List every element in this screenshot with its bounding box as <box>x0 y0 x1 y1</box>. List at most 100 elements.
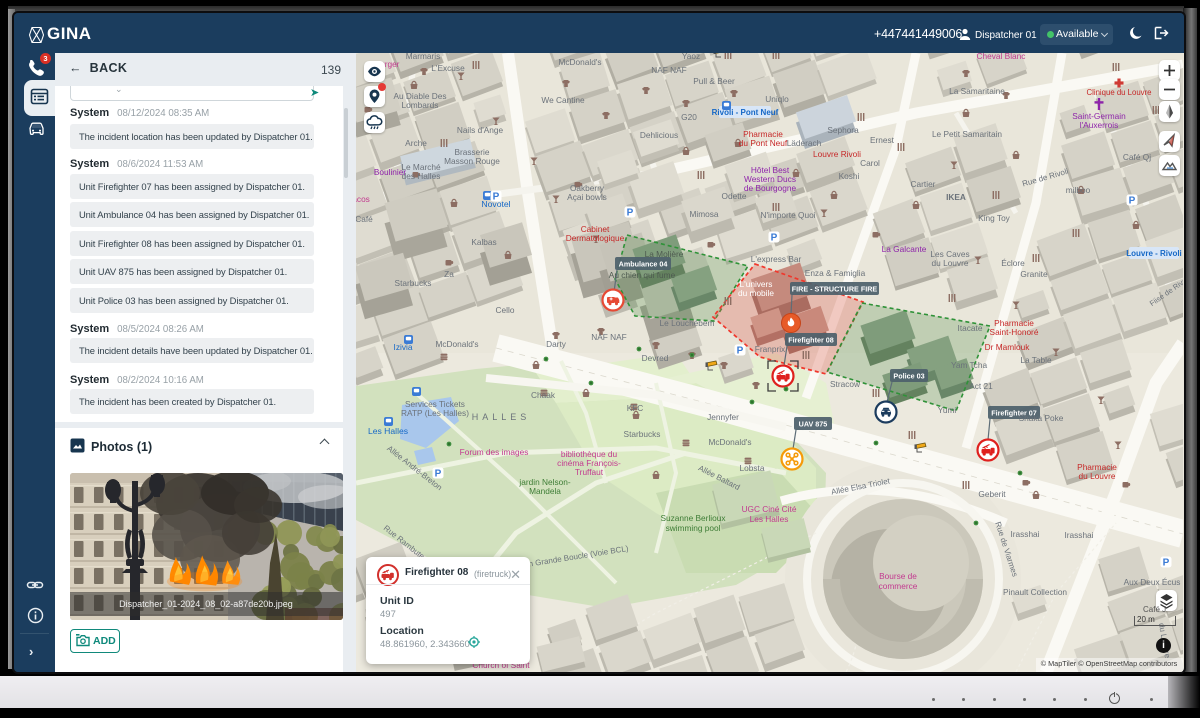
svg-text:Act 21: Act 21 <box>969 381 993 391</box>
svg-text:P: P <box>737 346 744 357</box>
svg-text:Odette: Odette <box>722 191 747 201</box>
svg-text:Devred: Devred <box>642 353 669 363</box>
svg-text:Cello: Cello <box>496 305 515 315</box>
svg-text:Bourse de: Bourse de <box>879 571 917 581</box>
svg-text:Les Halles: Les Halles <box>750 514 789 524</box>
svg-text:du mobile: du mobile <box>738 288 774 298</box>
svg-text:Açai bowls: Açai bowls <box>567 192 607 202</box>
svg-text:du Louvre: du Louvre <box>932 258 969 268</box>
svg-text:Police 03: Police 03 <box>893 372 924 381</box>
svg-text:La Galcante: La Galcante <box>882 244 927 254</box>
svg-text:Mandela: Mandela <box>529 486 561 496</box>
svg-text:Yumi: Yumi <box>938 405 957 415</box>
svg-text:King Toy: King Toy <box>978 213 1011 223</box>
svg-text:Dehlicious: Dehlicious <box>640 130 678 140</box>
svg-text:Shaka Poke: Shaka Poke <box>1019 413 1064 423</box>
svg-text:Éclore: Éclore <box>1001 258 1025 268</box>
svg-text:UAV 875: UAV 875 <box>799 420 828 429</box>
svg-text:L'express Bar: L'express Bar <box>751 254 802 264</box>
svg-text:L'Excuse: L'Excuse <box>431 63 465 73</box>
svg-text:Irasshai: Irasshai <box>1064 530 1093 540</box>
svg-text:Ernest: Ernest <box>870 135 895 145</box>
svg-text:UGC Ciné Cité: UGC Ciné Cité <box>742 504 797 514</box>
svg-text:Nails d'Ange: Nails d'Ange <box>457 125 504 135</box>
svg-text:Firefighter 08: Firefighter 08 <box>788 336 834 345</box>
svg-text:Truffaut: Truffaut <box>575 467 604 477</box>
svg-text:P: P <box>493 192 500 203</box>
svg-text:Granite: Granite <box>1020 269 1048 279</box>
svg-text:Louvre - Rivoli: Louvre - Rivoli <box>1126 249 1182 258</box>
svg-text:Carol: Carol <box>860 158 880 168</box>
svg-text:swimming pool: swimming pool <box>666 523 721 533</box>
svg-text:Sephora: Sephora <box>827 125 859 135</box>
svg-text:de Bourgogne: de Bourgogne <box>744 183 797 193</box>
svg-text:Starbucks: Starbucks <box>395 278 432 288</box>
svg-text:Jennyfer: Jennyfer <box>707 412 739 422</box>
svg-text:McDonald's: McDonald's <box>708 437 751 447</box>
svg-text:Dermatologique: Dermatologique <box>566 233 625 243</box>
svg-text:Mimosa: Mimosa <box>689 209 718 219</box>
svg-text:Irasshai: Irasshai <box>1010 529 1039 539</box>
svg-text:Stracow: Stracow <box>830 379 861 389</box>
svg-text:HALLES: HALLES <box>472 412 531 422</box>
svg-text:Geberit: Geberit <box>978 489 1006 499</box>
svg-text:des Halles: des Halles <box>402 171 441 181</box>
svg-text:Lombards: Lombards <box>402 100 439 110</box>
svg-text:McDonald's: McDonald's <box>558 57 601 67</box>
svg-text:NAF NAF: NAF NAF <box>591 332 627 342</box>
svg-text:Pull & Beer: Pull & Beer <box>693 76 735 86</box>
svg-text:P: P <box>1163 558 1170 569</box>
svg-text:Cheval Blanc: Cheval Blanc <box>977 53 1026 61</box>
svg-text:P: P <box>627 208 634 219</box>
svg-text:La Molière: La Molière <box>645 249 684 259</box>
svg-text:Le Petit Samaritain: Le Petit Samaritain <box>932 129 1002 139</box>
svg-text:Suzanne Berlioux: Suzanne Berlioux <box>660 513 726 523</box>
svg-text:IKEA: IKEA <box>946 192 966 202</box>
svg-text:Za: Za <box>444 269 454 279</box>
svg-text:© MapTiler © OpenStreetMap con: © MapTiler © OpenStreetMap contributors <box>1041 659 1178 668</box>
svg-text:Tacos: Tacos <box>356 194 370 204</box>
svg-text:Dr Mamlouk: Dr Mamlouk <box>985 342 1031 352</box>
svg-text:La Table: La Table <box>1020 355 1052 365</box>
svg-text:Forum des images: Forum des images <box>460 447 529 457</box>
svg-text:La Samaritaine: La Samaritaine <box>949 86 1005 96</box>
svg-text:P: P <box>1129 196 1136 207</box>
svg-text:N'importe Quoi: N'importe Quoi <box>760 210 815 220</box>
svg-text:Franprix: Franprix <box>755 344 786 354</box>
svg-text:Saint-Honoré: Saint-Honoré <box>990 327 1039 337</box>
svg-text:Pinault Collection: Pinault Collection <box>1003 587 1067 597</box>
svg-text:FIRE - STRUCTURE FIRE: FIRE - STRUCTURE FIRE <box>792 285 878 294</box>
svg-text:Yaoz: Yaoz <box>682 53 700 61</box>
svg-text:Darty: Darty <box>546 339 567 349</box>
svg-text:Boulinier: Boulinier <box>374 167 407 177</box>
svg-text:Cartier: Cartier <box>911 179 936 189</box>
svg-text:Starbucks: Starbucks <box>624 429 661 439</box>
svg-text:P: P <box>435 469 442 480</box>
svg-text:Lobsta: Lobsta <box>740 463 765 473</box>
svg-text:NAF NAF: NAF NAF <box>651 65 687 75</box>
svg-text:Clinique du Louvre: Clinique du Louvre <box>1086 88 1151 97</box>
svg-text:RATP (Les Halles): RATP (Les Halles) <box>401 408 469 418</box>
svg-text:P: P <box>771 233 778 244</box>
svg-text:Café Qj: Café Qj <box>1123 152 1151 162</box>
svg-text:Kalbas: Kalbas <box>471 237 496 247</box>
svg-text:Aux Deux Écus: Aux Deux Écus <box>1124 577 1181 587</box>
svg-text:Yam Tcha: Yam Tcha <box>951 360 988 370</box>
svg-text:milboo: milboo <box>1066 185 1091 195</box>
svg-text:du Pont Neuf: du Pont Neuf <box>739 138 788 148</box>
svg-text:Koshi: Koshi <box>839 171 860 181</box>
svg-text:Café: Café <box>356 214 373 224</box>
svg-text:Läderach: Läderach <box>787 138 822 148</box>
svg-text:Au chien qui fume: Au chien qui fume <box>609 270 676 280</box>
svg-text:commerce: commerce <box>879 581 918 591</box>
svg-text:Les Halles: Les Halles <box>368 426 408 436</box>
svg-text:Enza & Famiglia: Enza & Famiglia <box>805 268 866 278</box>
svg-text:Le Louchébem: Le Louchébem <box>660 318 715 328</box>
svg-text:We Cantine: We Cantine <box>541 95 585 105</box>
svg-text:Rivoli - Pont Neuf: Rivoli - Pont Neuf <box>712 108 779 117</box>
svg-text:Louvre Rivoli: Louvre Rivoli <box>813 149 861 159</box>
svg-text:Ambulance 04: Ambulance 04 <box>619 260 668 269</box>
svg-text:McDonald's: McDonald's <box>435 339 478 349</box>
svg-text:Itacate: Itacate <box>958 323 983 333</box>
svg-text:Marmaris: Marmaris <box>406 53 441 61</box>
